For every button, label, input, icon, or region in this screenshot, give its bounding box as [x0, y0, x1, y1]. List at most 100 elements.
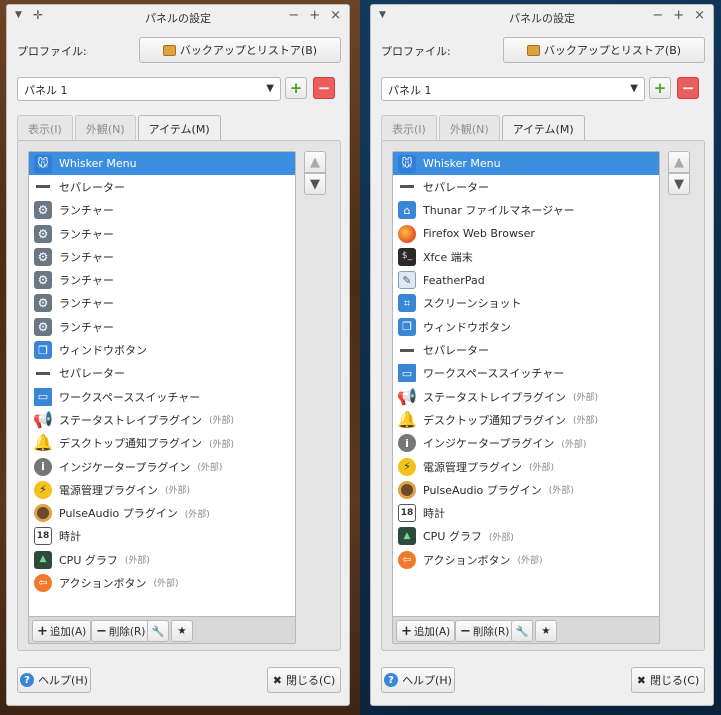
add-panel-button[interactable]: +	[649, 77, 671, 99]
tab-appearance[interactable]: 外観(N)	[74, 115, 136, 141]
items-tab-content: 🐭 Whisker Menu セパレーター ⌂ Thunar ファイルマネージャー Fir…	[381, 140, 705, 651]
list-item[interactable]: PulseAudio プラグイン (外部)	[393, 478, 659, 501]
minimize-icon[interactable]: −	[652, 8, 663, 23]
list-item[interactable]: ▲ CPU グラフ (外部)	[29, 548, 295, 571]
move-down-button[interactable]: ▼	[668, 173, 690, 195]
tab-display[interactable]: 表示(I)	[17, 115, 73, 141]
backup-restore-button[interactable]: バックアップとリストア(B)	[503, 37, 705, 63]
minus-icon: −	[317, 79, 331, 97]
list-item[interactable]: セパレーター	[393, 175, 659, 198]
close-button[interactable]: ✖ 閉じる(C)	[267, 667, 341, 693]
remove-panel-button[interactable]: −	[313, 77, 335, 99]
list-item-label: 電源管理プラグイン	[423, 460, 522, 474]
tab-items[interactable]: アイテム(M)	[137, 115, 221, 141]
external-tag: (外部)	[209, 439, 235, 450]
list-item[interactable]: ⚙ ランチャー	[29, 268, 295, 291]
move-up-button[interactable]: ▲	[304, 151, 326, 173]
featherpad-icon: ✎	[398, 271, 416, 290]
external-tag: (外部)	[561, 439, 587, 450]
list-item[interactable]: 🔔 デスクトップ通知プラグイン (外部)	[393, 408, 659, 431]
close-button[interactable]: ✖ 閉じる(C)	[631, 667, 705, 693]
list-item[interactable]: 18 時計	[29, 525, 295, 548]
external-tag: (外部)	[197, 463, 223, 473]
items-toolbar: + 追加(A) − 削除(R) 🔧 ★	[28, 616, 296, 644]
external-tag: (外部)	[184, 509, 210, 520]
list-item[interactable]: ✎ FeatherPad	[393, 268, 659, 291]
separator-icon	[34, 178, 52, 196]
list-item[interactable]: ⚙ ランチャー	[29, 222, 295, 245]
list-item[interactable]: ⌂ Thunar ファイルマネージャー	[393, 199, 659, 222]
backup-restore-button[interactable]: バックアップとリストア(B)	[139, 37, 341, 63]
list-item-label: ランチャー	[59, 297, 114, 311]
external-tag: (外部)	[529, 463, 555, 473]
tab-display[interactable]: 表示(I)	[381, 115, 437, 141]
list-item[interactable]: Firefox Web Browser	[393, 222, 659, 245]
maximize-icon[interactable]: +	[309, 8, 320, 23]
list-item[interactable]: ⚡ 電源管理プラグイン (外部)	[393, 455, 659, 478]
action-buttons-icon: ⇦	[398, 550, 416, 569]
external-tag: (外部)	[517, 556, 543, 567]
list-item-label: Thunar ファイルマネージャー	[423, 204, 575, 218]
list-item[interactable]: ⚙ ランチャー	[29, 199, 295, 222]
add-item-button[interactable]: + 追加(A)	[396, 620, 456, 642]
list-item[interactable]: 🐭 Whisker Menu	[393, 152, 659, 176]
list-item[interactable]: ▲ CPU グラフ (外部)	[393, 525, 659, 548]
list-item[interactable]: ▭ ワークスペーススイッチャー	[29, 385, 295, 408]
panel-select[interactable]: パネル 1 ▼	[17, 77, 281, 101]
list-item[interactable]: PulseAudio プラグイン (外部)	[29, 501, 295, 524]
minimize-icon[interactable]: −	[288, 8, 299, 23]
list-item[interactable]: i インジケータープラグイン (外部)	[393, 432, 659, 455]
wrench-icon: 🔧	[151, 625, 165, 638]
help-button[interactable]: ? ヘルプ(H)	[381, 667, 455, 693]
list-item[interactable]: セパレーター	[393, 338, 659, 361]
list-item[interactable]: ⚙ ランチャー	[29, 315, 295, 338]
launcher-gear-icon: ⚙	[34, 294, 52, 313]
list-item[interactable]: 📢 ステータストレイプラグイン (外部)	[29, 408, 295, 431]
list-item[interactable]: ⚡ 電源管理プラグイン (外部)	[29, 478, 295, 501]
list-item[interactable]: 🐭 Whisker Menu	[29, 152, 295, 176]
move-down-button[interactable]: ▼	[304, 173, 326, 195]
remove-item-button[interactable]: − 削除(R)	[91, 620, 151, 642]
help-label: ヘルプ(H)	[402, 674, 452, 687]
close-icon[interactable]: ×	[330, 8, 341, 23]
list-item[interactable]: 18 時計	[393, 501, 659, 524]
whisker-menu-icon: 🐭	[34, 154, 52, 173]
help-button[interactable]: ? ヘルプ(H)	[17, 667, 91, 693]
list-item[interactable]: 🔔 デスクトップ通知プラグイン (外部)	[29, 432, 295, 455]
list-item-label: セパレーター	[423, 180, 489, 194]
list-item-label: インジケータープラグイン	[59, 460, 191, 474]
item-about-button[interactable]: ★	[171, 620, 193, 642]
list-item[interactable]: 📢 ステータストレイプラグイン (外部)	[393, 385, 659, 408]
remove-panel-button[interactable]: −	[677, 77, 699, 99]
list-item[interactable]: ⇦ アクションボタン (外部)	[29, 571, 295, 594]
tab-appearance[interactable]: 外観(N)	[438, 115, 500, 141]
close-icon[interactable]: ×	[694, 8, 705, 23]
clock-calendar-icon: 18	[398, 504, 416, 523]
maximize-icon[interactable]: +	[673, 8, 684, 23]
add-item-button[interactable]: + 追加(A)	[32, 620, 92, 642]
item-about-button[interactable]: ★	[535, 620, 557, 642]
add-panel-button[interactable]: +	[285, 77, 307, 99]
list-item[interactable]: ❐ ウィンドウボタン	[393, 315, 659, 338]
list-item[interactable]: セパレーター	[29, 175, 295, 198]
list-item[interactable]: i インジケータープラグイン (外部)	[29, 455, 295, 478]
move-up-button[interactable]: ▲	[668, 151, 690, 173]
list-item[interactable]: ❐ ウィンドウボタン	[29, 338, 295, 361]
panel-select[interactable]: パネル 1 ▼	[381, 77, 645, 101]
list-item[interactable]: セパレーター	[29, 362, 295, 385]
list-item[interactable]: ▭ ワークスペーススイッチャー	[393, 362, 659, 385]
list-item-label: ランチャー	[59, 250, 114, 264]
list-item[interactable]: ⇦ アクションボタン (外部)	[393, 548, 659, 571]
list-item-label: インジケータープラグイン	[423, 437, 555, 451]
list-item[interactable]: ⌗ スクリーンショット	[393, 292, 659, 315]
remove-item-label: 削除(R)	[108, 625, 146, 638]
tab-items[interactable]: アイテム(M)	[501, 115, 585, 141]
remove-item-button[interactable]: − 削除(R)	[455, 620, 515, 642]
item-preferences-button[interactable]: 🔧	[511, 620, 533, 642]
titlebar: ▼ パネルの設定 − + ×	[371, 5, 713, 29]
item-preferences-button[interactable]: 🔧	[147, 620, 169, 642]
list-item[interactable]: ⚙ ランチャー	[29, 245, 295, 268]
list-item[interactable]: $_ Xfce 端末	[393, 245, 659, 268]
pulseaudio-speaker-icon	[34, 504, 52, 523]
list-item[interactable]: ⚙ ランチャー	[29, 292, 295, 315]
